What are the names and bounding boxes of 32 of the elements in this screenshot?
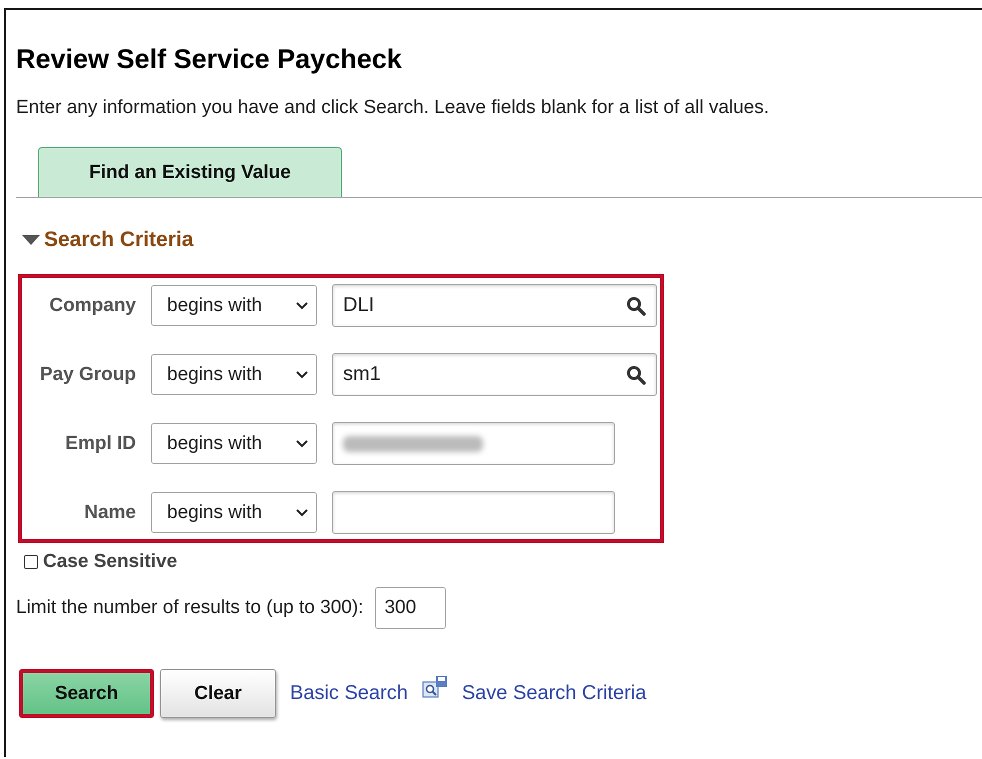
limit-label: Limit the number of results to (up to 300): xyxy=(16,597,364,619)
search-button[interactable]: Search xyxy=(19,669,154,718)
page-title: Review Self Service Paycheck xyxy=(16,44,403,75)
search-icon[interactable] xyxy=(626,364,646,384)
input-field[interactable] xyxy=(332,422,615,465)
section-heading[interactable]: Search Criteria xyxy=(44,228,194,252)
link[interactable]: Basic Search xyxy=(290,682,408,705)
operator-dropdown[interactable]: begins with xyxy=(151,285,317,326)
tab[interactable]: Find an Existing Value xyxy=(38,147,342,197)
input-field[interactable] xyxy=(332,491,615,534)
chevron-icon xyxy=(296,370,308,378)
save-search-icon[interactable] xyxy=(422,674,448,698)
field-label: Company xyxy=(48,294,136,316)
chevron-icon xyxy=(296,508,308,516)
field-label: Name xyxy=(83,502,136,524)
operator-dropdown[interactable]: begins with xyxy=(151,423,317,464)
input-field[interactable]: DLI xyxy=(332,284,657,327)
search-icon[interactable] xyxy=(626,296,646,316)
clear-button[interactable]: Clear xyxy=(160,669,276,718)
link[interactable]: Save Search Criteria xyxy=(462,682,646,705)
field-label: Empl ID xyxy=(64,432,136,454)
operator-dropdown[interactable]: begins with xyxy=(151,354,317,395)
input-field[interactable]: 300 xyxy=(375,587,446,629)
chevron-icon xyxy=(296,440,308,448)
field-label: Pay Group xyxy=(38,364,136,386)
chevron-icon xyxy=(296,302,308,310)
checkbox[interactable] xyxy=(24,555,38,569)
operator-dropdown[interactable]: begins with xyxy=(151,492,317,533)
input-field[interactable]: sm1 xyxy=(332,353,657,396)
triangle-icon[interactable] xyxy=(22,235,40,245)
instructions: Enter any information you have and click Search. Leave fields blank for a list of all values. xyxy=(16,97,770,119)
checkbox-label: Case Sensitive xyxy=(43,551,178,573)
